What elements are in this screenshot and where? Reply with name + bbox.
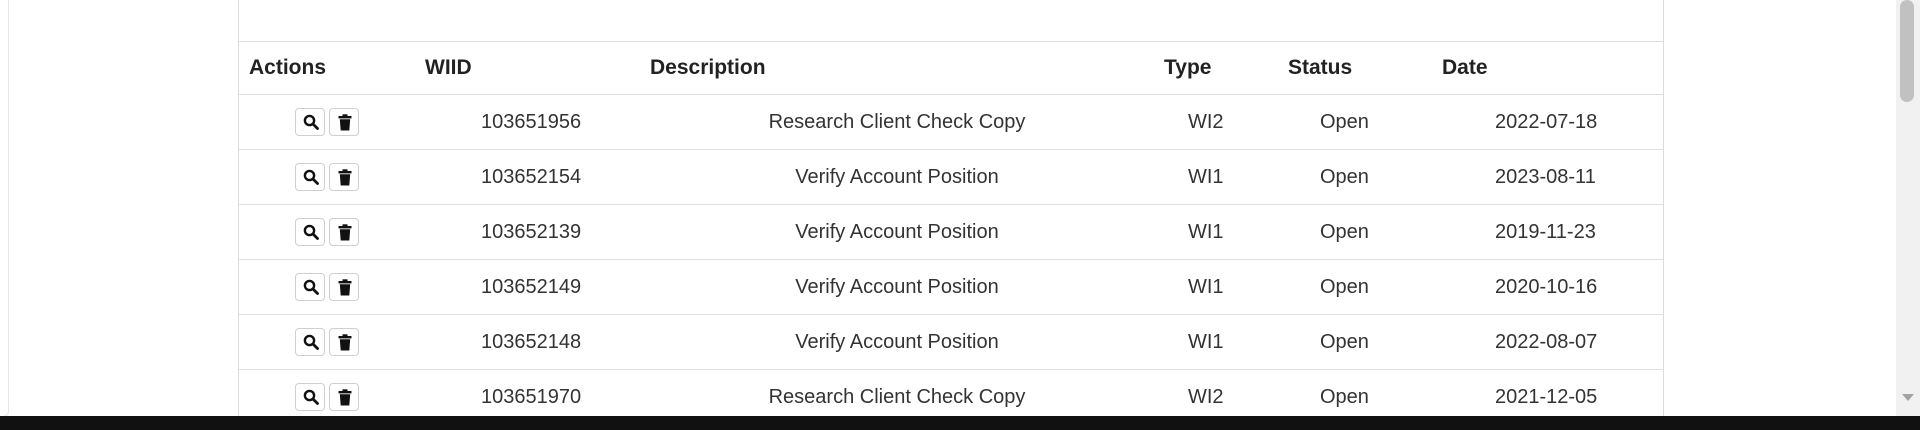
cell-description: Verify Account Position	[640, 259, 1154, 315]
cell-status: Open	[1278, 204, 1432, 260]
view-button[interactable]	[295, 218, 325, 246]
row-actions	[239, 149, 415, 205]
view-button[interactable]	[295, 273, 325, 301]
cell-type: WI2	[1154, 369, 1278, 417]
cell-description: Verify Account Position	[640, 149, 1154, 205]
cell-status: Open	[1278, 314, 1432, 370]
cell-status: Open	[1278, 259, 1432, 315]
table-row: 103652148 Verify Account Position WI1 Open 2…	[239, 314, 1663, 370]
cell-description: Research Client Check Copy	[640, 94, 1154, 150]
table-row: 103651970 Research Client Check Copy WI2 Op…	[239, 369, 1663, 417]
view-button[interactable]	[295, 108, 325, 136]
page-area: Actions WIID Description Type Status Dat…	[0, 0, 1896, 418]
header-actions: Actions	[239, 42, 415, 95]
header-wiid[interactable]: WIID	[415, 42, 640, 95]
cell-status: Open	[1278, 369, 1432, 417]
table-row: 103651956 Research Client Check Copy WI2 Op…	[239, 94, 1663, 150]
cell-date: 2022-08-07	[1432, 314, 1663, 370]
row-actions	[239, 314, 415, 370]
row-actions	[239, 204, 415, 260]
cell-wiid: 103651970	[415, 369, 640, 417]
magnifier-icon	[303, 114, 319, 130]
cell-wiid: 103652148	[415, 314, 640, 370]
cell-status: Open	[1278, 94, 1432, 150]
work-items-table: Actions WIID Description Type Status Dat…	[239, 42, 1663, 417]
work-items-panel: Actions WIID Description Type Status Dat…	[238, 0, 1664, 418]
cell-wiid: 103652154	[415, 149, 640, 205]
cell-type: WI1	[1154, 259, 1278, 315]
cell-date: 2023-08-11	[1432, 149, 1663, 205]
delete-button[interactable]	[329, 163, 359, 191]
panel-top-strip	[239, 0, 1663, 42]
trash-icon	[338, 279, 352, 296]
view-button[interactable]	[295, 328, 325, 356]
magnifier-icon	[303, 334, 319, 350]
trash-icon	[338, 389, 352, 406]
magnifier-icon	[303, 279, 319, 295]
row-actions	[239, 259, 415, 315]
scrollbar-thumb[interactable]	[1900, 0, 1914, 102]
magnifier-icon	[303, 169, 319, 185]
left-gutter	[0, 0, 9, 417]
cell-date: 2022-07-18	[1432, 94, 1663, 150]
delete-button[interactable]	[329, 108, 359, 136]
taskbar-strip	[0, 416, 1920, 430]
cell-description: Verify Account Position	[640, 204, 1154, 260]
cell-wiid: 103652139	[415, 204, 640, 260]
cell-wiid: 103652149	[415, 259, 640, 315]
cell-status: Open	[1278, 149, 1432, 205]
table-body: 103651956 Research Client Check Copy WI2 Op…	[239, 94, 1663, 417]
trash-icon	[338, 224, 352, 241]
row-actions	[239, 94, 415, 150]
delete-button[interactable]	[329, 273, 359, 301]
delete-button[interactable]	[329, 328, 359, 356]
trash-icon	[338, 334, 352, 351]
cell-type: WI2	[1154, 94, 1278, 150]
cell-description: Verify Account Position	[640, 314, 1154, 370]
vertical-scrollbar[interactable]	[1896, 0, 1920, 416]
table-header: Actions WIID Description Type Status Dat…	[239, 42, 1663, 95]
delete-button[interactable]	[329, 383, 359, 411]
header-date[interactable]: Date	[1432, 42, 1663, 95]
cell-type: WI1	[1154, 204, 1278, 260]
header-description[interactable]: Description	[640, 42, 1154, 95]
delete-button[interactable]	[329, 218, 359, 246]
magnifier-icon	[303, 224, 319, 240]
cell-type: WI1	[1154, 149, 1278, 205]
cell-wiid: 103651956	[415, 94, 640, 150]
cell-date: 2020-10-16	[1432, 259, 1663, 315]
table-row: 103652139 Verify Account Position WI1 Open 2…	[239, 204, 1663, 260]
header-status[interactable]: Status	[1278, 42, 1432, 95]
view-button[interactable]	[295, 163, 325, 191]
cell-date: 2021-12-05	[1432, 369, 1663, 417]
table-row: 103652154 Verify Account Position WI1 Open 2…	[239, 149, 1663, 205]
trash-icon	[338, 114, 352, 131]
scroll-down-arrow-icon[interactable]	[1902, 394, 1914, 401]
header-type[interactable]: Type	[1154, 42, 1278, 95]
trash-icon	[338, 169, 352, 186]
cell-type: WI1	[1154, 314, 1278, 370]
magnifier-icon	[303, 389, 319, 405]
cell-description: Research Client Check Copy	[640, 369, 1154, 417]
view-button[interactable]	[295, 383, 325, 411]
cell-date: 2019-11-23	[1432, 204, 1663, 260]
table-row: 103652149 Verify Account Position WI1 Open 2…	[239, 259, 1663, 315]
row-actions	[239, 369, 415, 417]
